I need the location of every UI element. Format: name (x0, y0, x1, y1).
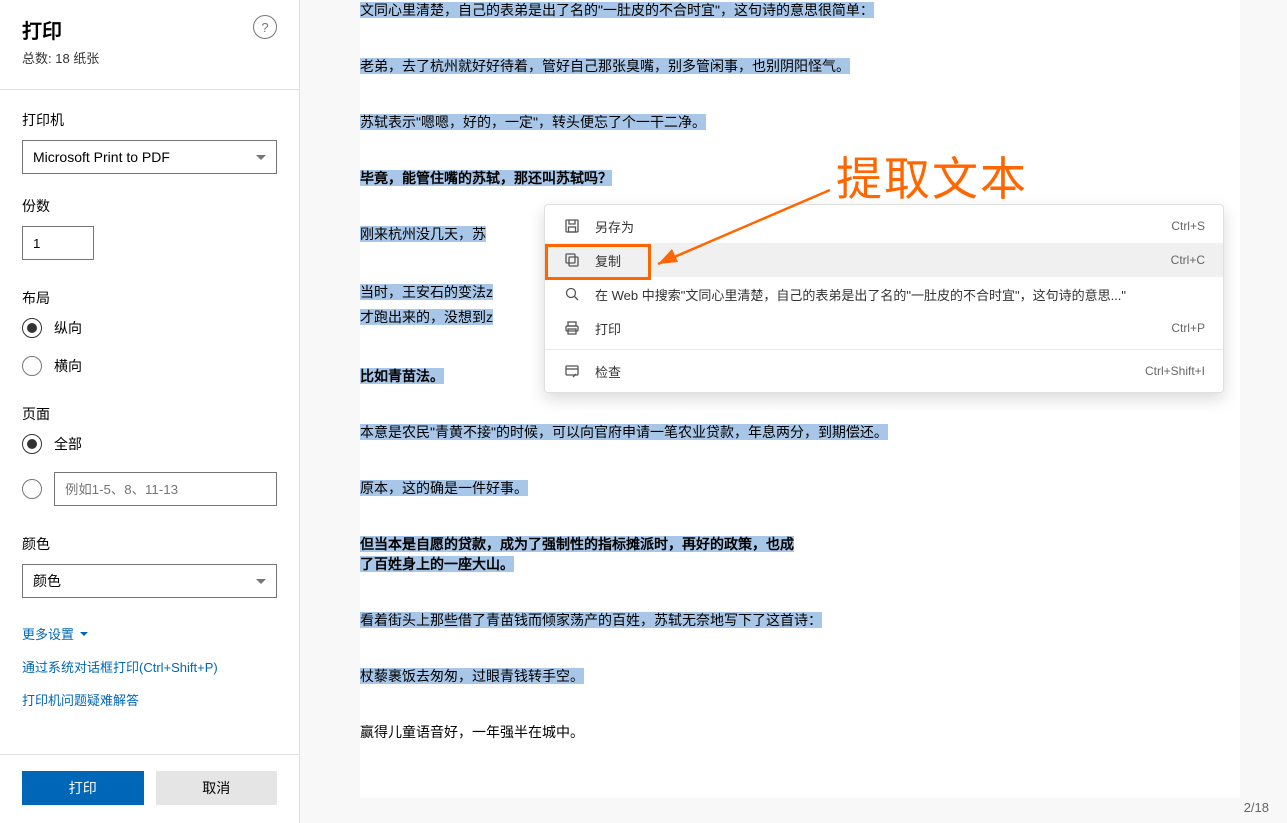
preview-page: 文同心里清楚，自己的表弟是出了名的"一肚皮的不合时宜"，这句诗的意思很简单： 老弟… (360, 0, 1240, 798)
layout-portrait-label: 纵向 (54, 318, 82, 338)
more-settings-label: 更多设置 (22, 624, 74, 643)
content-line: 老弟，去了杭州就好好待着，管好自己那张臭嘴，别多管闲事，也别阴阳怪气。 (360, 56, 1240, 76)
troubleshoot-link[interactable]: 打印机问题疑难解答 (22, 690, 139, 709)
print-icon (563, 319, 581, 337)
help-button[interactable]: ? (253, 15, 277, 39)
context-menu: 另存为Ctrl+S复制Ctrl+C在 Web 中搜索"文同心里清楚，自己的表弟是… (544, 204, 1224, 393)
print-title: 打印 (22, 15, 62, 44)
content-line: 原本，这的确是一件好事。 (360, 478, 1240, 498)
menu-item-shortcut: Ctrl+P (1171, 321, 1205, 335)
pages-custom-radio[interactable] (22, 479, 42, 499)
pages-all-label: 全部 (54, 434, 82, 454)
layout-portrait-radio[interactable]: 纵向 (22, 318, 277, 338)
menu-item-label: 打印 (595, 319, 1171, 338)
color-select[interactable]: 颜色 (22, 564, 277, 598)
sidebar-content: 打印 ? 总数: 18 纸张 打印机 Microsoft Print to PD… (0, 0, 299, 754)
layout-label: 布局 (22, 288, 277, 308)
pages-custom-input[interactable] (54, 472, 277, 506)
menu-item-save[interactable]: 另存为Ctrl+S (545, 209, 1223, 243)
inspect-icon (563, 362, 581, 380)
color-value: 颜色 (33, 571, 61, 591)
chevron-down-icon (256, 155, 266, 160)
menu-item-inspect[interactable]: 检查Ctrl+Shift+I (545, 354, 1223, 388)
content-line: 但当本是自愿的贷款，成为了强制性的指标摊派时，再好的政策，也成了百姓身上的一座大… (360, 534, 1240, 574)
menu-item-shortcut: Ctrl+C (1171, 253, 1205, 267)
printer-select[interactable]: Microsoft Print to PDF (22, 140, 277, 174)
sidebar-footer: 打印 取消 (0, 754, 299, 823)
printer-value: Microsoft Print to PDF (33, 149, 170, 165)
save-icon (563, 217, 581, 235)
printer-label: 打印机 (22, 110, 277, 130)
menu-item-copy[interactable]: 复制Ctrl+C (545, 243, 1223, 277)
copy-icon (563, 251, 581, 269)
copies-input[interactable] (22, 226, 94, 260)
chevron-down-icon (80, 632, 88, 636)
color-label: 颜色 (22, 534, 277, 554)
menu-item-label: 检查 (595, 362, 1145, 381)
total-pages: 总数: 18 纸张 (22, 48, 277, 67)
radio-icon (22, 434, 42, 454)
chevron-down-icon (256, 579, 266, 584)
print-button[interactable]: 打印 (22, 771, 144, 805)
more-settings-link[interactable]: 更多设置 (22, 624, 88, 643)
title-row: 打印 ? (22, 15, 277, 44)
copies-label: 份数 (22, 196, 277, 216)
content-line: 杖藜裹饭去匆匆，过眼青钱转手空。 (360, 666, 1240, 686)
content-line: 本意是农民"青黄不接"的时候，可以向官府申请一笔农业贷款，年息两分，到期偿还。 (360, 422, 1240, 442)
print-sidebar: 打印 ? 总数: 18 纸张 打印机 Microsoft Print to PD… (0, 0, 300, 823)
cancel-button[interactable]: 取消 (156, 771, 278, 805)
menu-item-shortcut: Ctrl+S (1171, 219, 1205, 233)
radio-icon (22, 356, 42, 376)
menu-separator (545, 349, 1223, 350)
menu-item-label: 复制 (595, 251, 1171, 270)
content-line: 毕竟，能管住嘴的苏轼，那还叫苏轼吗？ (360, 168, 1240, 188)
page-counter: 2/18 (1244, 800, 1269, 815)
layout-landscape-label: 横向 (54, 356, 82, 376)
pages-label: 页面 (22, 404, 277, 424)
divider (0, 89, 299, 90)
pages-custom-row (22, 472, 277, 506)
content-line: 苏轼表示"嗯嗯，好的，一定"，转头便忘了个一干二净。 (360, 112, 1240, 132)
menu-item-label: 在 Web 中搜索"文同心里清楚，自己的表弟是出了名的"一肚皮的不合时宜"，这句… (595, 285, 1205, 304)
print-preview: 文同心里清楚，自己的表弟是出了名的"一肚皮的不合时宜"，这句诗的意思很简单： 老弟… (300, 0, 1287, 823)
content-line: 文同心里清楚，自己的表弟是出了名的"一肚皮的不合时宜"，这句诗的意思很简单： (360, 0, 1240, 20)
radio-icon (22, 318, 42, 338)
search-icon (563, 285, 581, 303)
pages-all-radio[interactable]: 全部 (22, 434, 277, 454)
menu-item-label: 另存为 (595, 217, 1171, 236)
menu-item-print[interactable]: 打印Ctrl+P (545, 311, 1223, 345)
menu-item-search[interactable]: 在 Web 中搜索"文同心里清楚，自己的表弟是出了名的"一肚皮的不合时宜"，这句… (545, 277, 1223, 311)
system-dialog-link[interactable]: 通过系统对话框打印(Ctrl+Shift+P) (22, 657, 218, 676)
menu-item-shortcut: Ctrl+Shift+I (1145, 364, 1205, 378)
content-line: 看着街头上那些借了青苗钱而倾家荡产的百姓，苏轼无奈地写下了这首诗： (360, 610, 1240, 630)
content-line: 赢得儿童语音好，一年强半在城中。 (360, 722, 1240, 742)
layout-landscape-radio[interactable]: 横向 (22, 356, 277, 376)
